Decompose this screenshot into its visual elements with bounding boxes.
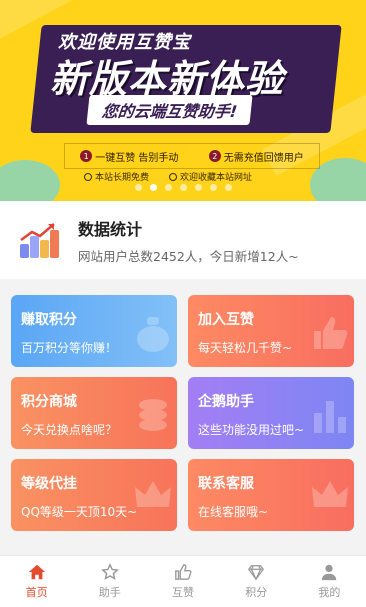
carousel-dot[interactable] — [194, 184, 202, 191]
clock-icon — [84, 172, 92, 181]
nav-label: 首页 — [25, 586, 48, 599]
card-penguin-assistant[interactable]: 企鹅助手 这些功能没用过吧~ — [188, 377, 354, 449]
bar-chart-icon — [18, 220, 60, 260]
stats-description: 网站用户总数2452人，今日新增12人~ — [78, 248, 299, 264]
home-icon — [28, 564, 45, 580]
carousel-dots[interactable] — [0, 184, 366, 191]
crown-icon — [135, 481, 171, 507]
stats-title: 数据统计 — [78, 219, 143, 239]
feature-number-badge: 1 — [80, 150, 93, 162]
feature-text: 一键互赞 告别手动 — [95, 152, 179, 164]
card-earn-points[interactable]: 赚取积分 百万积分等你赚！ — [11, 295, 177, 367]
carousel-dot[interactable] — [224, 184, 232, 191]
nav-label: 助手 — [98, 586, 121, 599]
nav-points[interactable]: 积分 — [220, 556, 293, 607]
smile-icon — [169, 172, 178, 181]
coin-bag-icon — [137, 317, 169, 352]
bottom-navigation: 首页 助手 互赞 积分 我的 — [0, 555, 366, 607]
banner-notes: 本站长期免费 欢迎收藏本站网址 — [84, 170, 252, 183]
user-icon — [322, 564, 337, 581]
diamond-icon — [248, 565, 265, 581]
banner-cloud-left — [0, 160, 60, 201]
crown-icon — [312, 481, 348, 507]
thumb-up-icon — [314, 317, 348, 349]
card-level-boost[interactable]: 等级代挂 QQ等级一天顶10天~ — [11, 459, 177, 531]
nav-label: 互赞 — [172, 586, 194, 599]
carousel-dot[interactable] — [134, 184, 142, 191]
banner-feature: 2 无需充值回馈用户 — [208, 149, 304, 164]
carousel-dot[interactable] — [164, 184, 172, 191]
card-customer-service[interactable]: 联系客服 在线客服哦~ — [188, 459, 354, 531]
banner-feature: 1 一键互赞 告别手动 — [80, 149, 178, 164]
card-points-mall[interactable]: 积分商城 今天兑换点啥呢？ — [11, 377, 177, 449]
bar-chart-icon — [314, 401, 346, 433]
banner-features: 1 一键互赞 告别手动 2 无需充值回馈用户 — [64, 143, 320, 169]
coins-icon — [139, 399, 167, 431]
banner-note: 欢迎收藏本站网址 — [169, 170, 252, 183]
feature-grid: 赚取积分 百万积分等你赚！ 加入互赞 每天轻松几千赞~ 积分商城 今天兑换点啥呢… — [11, 295, 355, 531]
card-join-likes[interactable]: 加入互赞 每天轻松几千赞~ — [188, 295, 354, 367]
banner-subtitle: 您的云端互赞助手! — [86, 95, 253, 125]
nav-label: 积分 — [245, 586, 268, 599]
promo-banner[interactable]: 欢迎使用互赞宝 新版本新体验 您的云端互赞助手! 1 一键互赞 告别手动 2 无… — [0, 0, 366, 201]
stats-panel: 数据统计 网站用户总数2452人，今日新增12人~ — [0, 201, 366, 279]
nav-profile[interactable]: 我的 — [293, 556, 366, 607]
carousel-dot[interactable] — [149, 184, 157, 191]
nav-assistant[interactable]: 助手 — [73, 556, 146, 607]
nav-home[interactable]: 首页 — [0, 556, 73, 607]
feature-text: 无需充值回馈用户 — [223, 152, 304, 164]
carousel-dot[interactable] — [179, 184, 187, 191]
nav-label: 我的 — [318, 586, 341, 599]
carousel-dot[interactable] — [209, 184, 217, 191]
thumb-up-icon — [175, 564, 192, 580]
nav-mutual-likes[interactable]: 互赞 — [146, 556, 219, 607]
app-root: 欢迎使用互赞宝 新版本新体验 您的云端互赞助手! 1 一键互赞 告别手动 2 无… — [0, 0, 366, 607]
feature-number-badge: 2 — [208, 150, 221, 162]
banner-note: 本站长期免费 — [84, 170, 149, 183]
star-icon — [100, 563, 119, 580]
